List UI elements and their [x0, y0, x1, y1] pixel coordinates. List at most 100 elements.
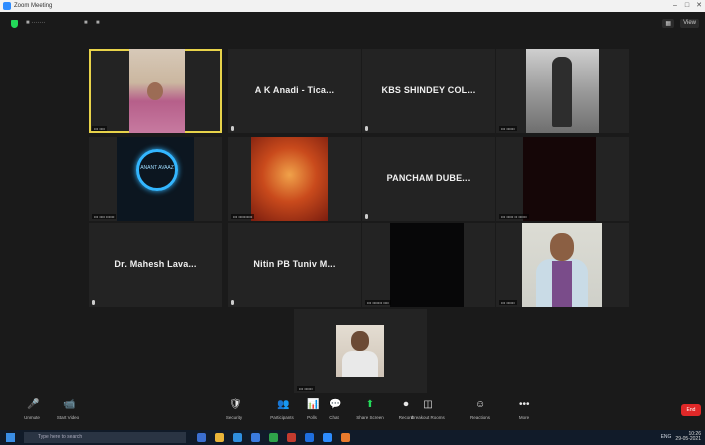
system-tray: ENG 10:26 29-05-2021 [661, 432, 701, 442]
participant-video [336, 325, 384, 377]
speaker-view-button[interactable]: ▦ [662, 19, 675, 28]
view-button[interactable]: View [680, 19, 699, 28]
participant-tile[interactable]: Nitin PB Tuniv M... [228, 223, 361, 307]
participant-video [390, 223, 464, 307]
channel-logo-icon: ANANT AVAAZ [136, 149, 178, 191]
participants-icon: 👥 [277, 399, 290, 410]
participant-video [526, 49, 599, 133]
participant-name-tag: ••• •••••• [499, 300, 517, 305]
language-indicator[interactable]: ENG [661, 434, 672, 440]
start-video-button[interactable]: 📹 Start Video [50, 399, 86, 421]
participant-name-tag: ••• •••• [92, 126, 107, 131]
share-screen-button[interactable]: ⬆ Share Screen [352, 399, 388, 421]
participant-face [147, 82, 163, 100]
participant-head [550, 233, 574, 261]
security-button[interactable]: 🛡 Security [216, 399, 252, 421]
security-label: Security [225, 415, 243, 420]
participant-video [129, 49, 185, 133]
taskbar-app-icon[interactable] [269, 433, 278, 442]
microphone-icon: 🎤 [27, 399, 40, 410]
participant-tile[interactable]: ••• •••••• [496, 223, 629, 307]
participant-tile[interactable]: Dr. Mahesh Lava... [89, 223, 222, 307]
unmute-label: Unmute [24, 415, 40, 420]
participant-tile[interactable]: KBS SHINDEY COL... [362, 49, 495, 133]
breakout-rooms-button[interactable]: ◫ Breakout Rooms [410, 399, 446, 421]
participant-name-tag: ••• •••• •••••• [92, 214, 117, 219]
taskbar-app-icon[interactable] [341, 433, 350, 442]
minimize-button[interactable]: – [669, 0, 681, 12]
view-button-group: ▦ View [662, 19, 699, 28]
window-controls: – □ ✕ [669, 0, 705, 12]
logo-text: ANANT AVAAZ [140, 165, 174, 171]
participant-tile[interactable]: ••• ••••••• •••• [362, 223, 495, 307]
windows-start-icon[interactable] [6, 433, 15, 442]
participant-tile[interactable]: PANCHAM DUBE... [362, 137, 495, 221]
participant-name: KBS SHINDEY COL... [381, 85, 476, 95]
encryption-shield-icon[interactable] [11, 20, 18, 28]
participant-name-tag: ••• •••••• [297, 386, 315, 391]
security-shield-icon: 🛡 [229, 399, 242, 410]
taskbar-app-icon[interactable] [287, 433, 296, 442]
participant-video [522, 223, 602, 307]
participant-name: A K Anadi - Tica... [254, 85, 335, 95]
close-button[interactable]: ✕ [693, 0, 705, 12]
breakout-rooms-icon: ◫ [423, 399, 433, 410]
maximize-button[interactable]: □ [681, 0, 693, 12]
taskbar-clock[interactable]: 10:26 29-05-2021 [675, 432, 701, 442]
participant-tile[interactable]: ••• •••••• [496, 49, 629, 133]
breakout-rooms-label: Breakout Rooms [411, 415, 445, 420]
meeting-controls-toolbar: 🎤 Unmute 📹 Start Video 🛡 Security 👥 Part… [0, 396, 705, 430]
participant-video: ANANT AVAAZ [117, 137, 194, 221]
unmute-button[interactable]: 🎤 Unmute [14, 399, 50, 421]
taskbar-app-icon[interactable] [215, 433, 224, 442]
taskbar-app-icon[interactable] [305, 433, 314, 442]
participant-name-tag: ••• •••••••••• [231, 214, 255, 219]
share-screen-label: Share Screen [356, 415, 384, 420]
start-video-label: Start Video [56, 415, 80, 420]
recording-icon[interactable]: ■ [96, 20, 100, 28]
zoom-app-icon [3, 2, 11, 10]
participant-tile[interactable]: ••• •••••• [294, 309, 427, 393]
taskbar-app-icon[interactable] [323, 433, 332, 442]
more-label: More [518, 415, 530, 420]
participant-tile[interactable]: A K Anadi - Tica... [228, 49, 361, 133]
signal-icon[interactable]: ■ [84, 20, 88, 28]
meeting-top-bar: ■ ······· ■ ■ ▦ View [0, 12, 705, 36]
more-icon: ••• [519, 399, 530, 410]
window-title: Zoom Meeting [14, 3, 53, 9]
taskbar-search-input[interactable]: Type here to search [24, 432, 186, 443]
taskbar-app-icon[interactable] [251, 433, 260, 442]
participant-video [251, 137, 328, 221]
pinned-apps [197, 433, 350, 442]
clock-date: 29-05-2021 [675, 436, 701, 442]
more-button[interactable]: ••• More [506, 399, 542, 421]
participant-name-tag: ••• ••••••• •••• [365, 300, 391, 305]
taskbar-app-icon[interactable] [197, 433, 206, 442]
participant-tile[interactable]: ANANT AVAAZ ••• •••• •••••• [89, 137, 222, 221]
window-title-bar: Zoom Meeting – □ ✕ [0, 0, 705, 12]
participant-body [342, 351, 378, 377]
muted-mic-icon [365, 214, 368, 219]
participant-head [351, 331, 369, 351]
meeting-info[interactable]: ■ ······· [26, 20, 45, 28]
participant-name: Dr. Mahesh Lava... [114, 259, 197, 269]
taskbar-app-icon[interactable] [233, 433, 242, 442]
participant-tile[interactable]: ••• •••• [89, 49, 222, 133]
reactions-button[interactable]: ☺ Reactions [462, 400, 498, 421]
share-screen-icon: ⬆ [365, 399, 375, 410]
video-camera-icon: 📹 [63, 399, 76, 410]
windows-taskbar: Type here to search ENG 10:26 29-05-2021 [0, 430, 705, 445]
participant-name: Nitin PB Tuniv M... [253, 259, 336, 269]
participant-tile[interactable]: ••• •••••••••• [228, 137, 361, 221]
participant-name: PANCHAM DUBE... [386, 173, 471, 183]
soldier-figure [552, 57, 572, 127]
participant-name-tag: ••• ••••• •• •••••• [499, 214, 529, 219]
muted-mic-icon [231, 126, 234, 131]
end-meeting-button[interactable]: End [681, 404, 701, 416]
muted-mic-icon [365, 126, 368, 131]
participant-tile[interactable]: ••• ••••• •• •••••• [496, 137, 629, 221]
participant-vest [552, 261, 572, 307]
chat-button[interactable]: 💬 Chat [316, 400, 352, 421]
chat-label: Chat [329, 415, 339, 420]
muted-mic-icon [231, 300, 234, 305]
